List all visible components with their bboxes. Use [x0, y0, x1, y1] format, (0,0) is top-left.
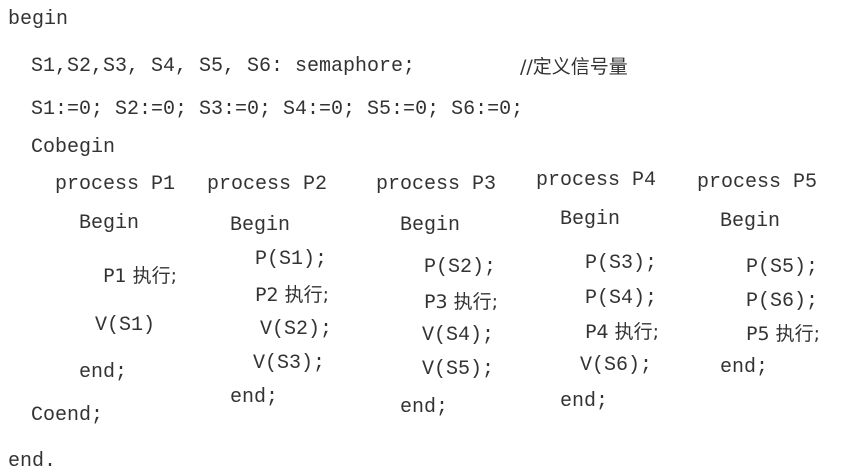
p3-end: end;	[400, 396, 449, 419]
p4-line-2: P(S4);	[585, 287, 658, 310]
p5-line-3: P5 执行;	[746, 323, 820, 345]
code-document: begin S1,S2,S3, S4, S5, S6: semaphore; /…	[0, 0, 854, 475]
p3-line-2: P3 执行;	[424, 291, 498, 313]
process-begin-p2: Begin	[230, 214, 291, 237]
p2-line-1: P(S1);	[255, 248, 328, 271]
process-header-p1: process P1	[55, 173, 176, 196]
p2-line-4: V(S3);	[253, 352, 326, 375]
process-begin-p1: Begin	[79, 212, 140, 235]
p5-line-2: P(S6);	[746, 290, 819, 313]
process-begin-p3: Begin	[400, 214, 461, 237]
declaration-comment: //定义信号量	[520, 56, 628, 78]
program-end: end.	[8, 450, 57, 473]
p4-line-1: P(S3);	[585, 252, 658, 275]
cobegin-keyword: Cobegin	[31, 136, 116, 159]
p5-end: end;	[720, 356, 769, 379]
p5-line-1: P(S5);	[746, 256, 819, 279]
process-header-p4: process P4	[536, 169, 657, 192]
process-header-p3: process P3	[376, 173, 497, 196]
process-begin-p5: Begin	[720, 210, 781, 233]
p1-line-1: P1 执行;	[103, 265, 177, 287]
coend-keyword: Coend;	[31, 404, 104, 427]
process-begin-p4: Begin	[560, 208, 621, 231]
p3-line-3: V(S4);	[422, 324, 495, 347]
p4-end: end;	[560, 390, 609, 413]
program-begin: begin	[8, 8, 69, 31]
p2-line-2: P2 执行;	[255, 284, 329, 306]
p2-line-3: V(S2);	[260, 318, 333, 341]
p3-line-4: V(S5);	[422, 358, 495, 381]
p1-line-2: V(S1)	[95, 314, 156, 337]
p3-line-1: P(S2);	[424, 256, 497, 279]
process-header-p2: process P2	[207, 173, 328, 196]
p1-end: end;	[79, 361, 128, 384]
process-header-p5: process P5	[697, 171, 818, 194]
semaphore-declaration: S1,S2,S3, S4, S5, S6: semaphore;	[31, 55, 416, 78]
semaphore-init: S1:=0; S2:=0; S3:=0; S4:=0; S5:=0; S6:=0…	[31, 98, 524, 121]
p2-end: end;	[230, 386, 279, 409]
p4-line-4: V(S6);	[580, 354, 653, 377]
p4-line-3: P4 执行;	[585, 321, 659, 343]
